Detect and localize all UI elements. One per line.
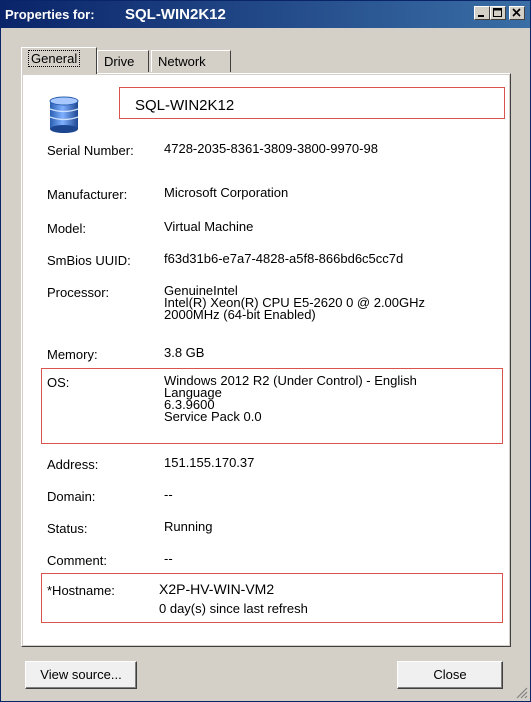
- address-label: Address:: [47, 457, 99, 472]
- properties-window: Properties for: SQL-WIN2K12 General Driv…: [0, 0, 531, 702]
- title-computer-name: SQL-WIN2K12: [125, 6, 226, 23]
- memory-value: 3.8 GB: [164, 345, 205, 360]
- serial-number-value: 4728-2035-8361-3809-3800-9970-98: [164, 141, 378, 156]
- hostname-refresh-text: 0 day(s) since last refresh: [159, 601, 308, 616]
- processor-value: GenuineIntel Intel(R) Xeon(R) CPU E5-262…: [164, 283, 426, 322]
- os-value: Windows 2012 R2 (Under Control) - Englis…: [164, 373, 417, 424]
- tab-general[interactable]: General: [21, 47, 97, 74]
- minimize-button[interactable]: [474, 6, 490, 20]
- close-icon: [512, 8, 521, 17]
- view-source-button[interactable]: View source...: [25, 661, 137, 689]
- status-value: Running: [164, 519, 213, 534]
- model-value: Virtual Machine: [164, 219, 254, 234]
- smbios-uuid-label: SmBios UUID:: [47, 253, 131, 268]
- tab-general-label: General: [28, 50, 81, 67]
- resize-grip-icon[interactable]: [514, 685, 528, 699]
- tab-drive-label: Drive: [104, 54, 135, 69]
- server-icon: [49, 96, 79, 133]
- title-bar[interactable]: Properties for: SQL-WIN2K12: [1, 1, 530, 28]
- comment-label: Comment:: [47, 553, 107, 568]
- processor-label: Processor:: [47, 285, 110, 300]
- model-label: Model:: [47, 221, 87, 236]
- hostname-label: *Hostname:: [47, 583, 115, 598]
- minimize-icon: [478, 15, 484, 17]
- hostname-value: X2P-HV-WIN-VM2: [159, 581, 275, 597]
- os-label: OS:: [47, 375, 70, 390]
- tab-drive[interactable]: Drive: [97, 50, 149, 72]
- smbios-uuid-value: f63d31b6-e7a7-4828-a5f8-866bd6c5cc7d: [164, 251, 404, 266]
- general-panel: SQL-WIN2K12 Serial Number: 4728-2035-836…: [21, 73, 511, 647]
- tab-network[interactable]: Network: [151, 50, 231, 72]
- status-label: Status:: [47, 521, 88, 536]
- manufacturer-value: Microsoft Corporation: [164, 185, 289, 200]
- comment-value: --: [164, 551, 173, 566]
- close-window-button[interactable]: [509, 6, 525, 20]
- maximize-button[interactable]: [490, 6, 506, 20]
- title-prefix: Properties for:: [5, 7, 95, 22]
- close-button[interactable]: Close: [397, 661, 503, 689]
- computer-name: SQL-WIN2K12: [135, 97, 235, 114]
- maximize-icon: [493, 8, 502, 17]
- domain-value: --: [164, 487, 173, 502]
- serial-number-label: Serial Number:: [47, 143, 134, 158]
- manufacturer-label: Manufacturer:: [47, 187, 128, 202]
- domain-label: Domain:: [47, 489, 96, 504]
- tab-network-label: Network: [158, 54, 206, 69]
- memory-label: Memory:: [47, 347, 98, 362]
- address-value: 151.155.170.37: [164, 455, 255, 470]
